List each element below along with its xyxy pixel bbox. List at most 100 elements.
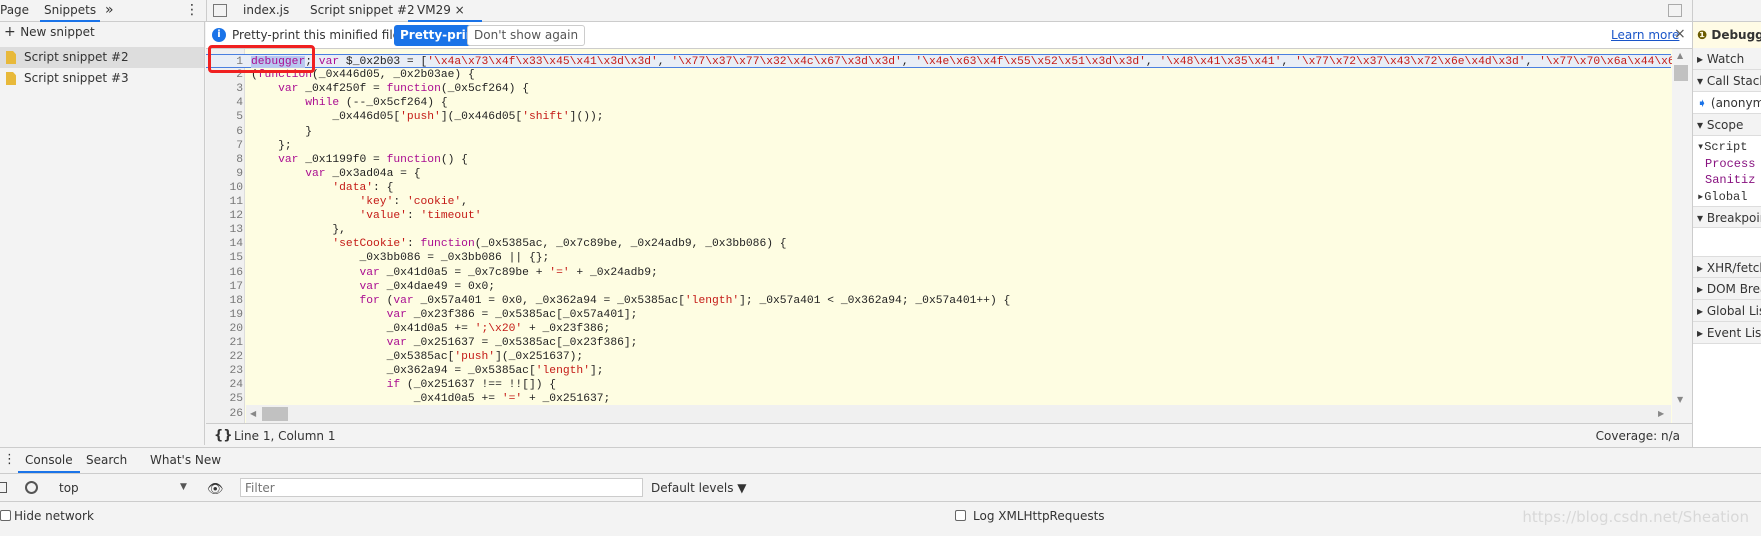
code-line[interactable]: 6 }: [206, 125, 1671, 139]
line-number[interactable]: 17: [206, 280, 243, 294]
line-number[interactable]: 16: [206, 266, 243, 280]
dont-show-again-button[interactable]: Don't show again: [467, 25, 586, 46]
toggle-navigator-icon[interactable]: [213, 4, 227, 17]
line-number[interactable]: 21: [206, 336, 243, 350]
learn-more-link[interactable]: Learn more: [1611, 28, 1679, 42]
line-number[interactable]: 22: [206, 350, 243, 364]
code-line[interactable]: 2 (function(_0x446d05, _0x2b03ae) {: [206, 68, 1671, 82]
section-global-listeners[interactable]: ▸ Global Listeners: [1693, 300, 1761, 322]
tab-snippets[interactable]: Snippets: [40, 0, 101, 22]
line-number[interactable]: 19: [206, 308, 243, 322]
section-label: XHR/fetch Breakpoints: [1706, 261, 1761, 275]
snippet-item[interactable]: Script snippet #3: [0, 68, 204, 89]
new-snippet-button[interactable]: + New snippet: [0, 22, 204, 43]
code-line[interactable]: 23 _0x362a94 = _0x5385ac['length'];: [206, 364, 1671, 378]
section-call-stack[interactable]: ▾ Call Stack: [1693, 70, 1761, 92]
code-line[interactable]: 20 _0x41d0a5 += ';\x20' + _0x23f386;: [206, 322, 1671, 336]
clear-console-icon[interactable]: [25, 481, 38, 494]
code-line[interactable]: 1 debugger; var $_0x2b03 = ['\x4a\x73\x4f…: [206, 54, 1692, 69]
toggle-debugger-icon[interactable]: [1668, 4, 1682, 17]
log-xhr-checkbox[interactable]: [955, 510, 966, 521]
section-watch[interactable]: ▸ Watch: [1693, 48, 1761, 70]
vertical-scrollbar[interactable]: ▲ ▼: [1672, 49, 1692, 423]
code-line[interactable]: 21 var _0x251637 = _0x5385ac[_0x23f386];: [206, 336, 1671, 350]
line-number[interactable]: 18: [206, 294, 243, 308]
line-number[interactable]: 9: [206, 167, 243, 181]
tab-index-js[interactable]: index.js: [243, 0, 289, 22]
code-line[interactable]: 18 for (var _0x57a401 = 0x0, _0x362a94 =…: [206, 294, 1671, 308]
tab-console[interactable]: Console: [18, 448, 80, 473]
code-line[interactable]: 5 _0x446d05['push'](_0x446d05['shift']()…: [206, 110, 1671, 124]
scroll-left-icon[interactable]: ◀: [250, 409, 256, 418]
scope-var[interactable]: Process: [1705, 157, 1755, 171]
line-number[interactable]: 8: [206, 153, 243, 167]
code-line[interactable]: 4 while (--_0x5cf264) {: [206, 96, 1671, 110]
line-number[interactable]: 26: [206, 407, 243, 421]
section-scope[interactable]: ▾ Scope: [1693, 114, 1761, 136]
line-number[interactable]: 11: [206, 195, 243, 209]
code-line[interactable]: 13 },: [206, 223, 1671, 237]
line-number[interactable]: 7: [206, 139, 243, 153]
scope-var[interactable]: Sanitiz: [1705, 173, 1755, 187]
scope-global[interactable]: ▸Global: [1697, 189, 1747, 204]
section-breakpoints[interactable]: ▾ Breakpoints: [1693, 206, 1761, 228]
code-line[interactable]: 17 var _0x4dae49 = 0x0;: [206, 280, 1671, 294]
scroll-up-icon[interactable]: ▲: [1677, 51, 1683, 60]
line-number[interactable]: 3: [206, 82, 243, 96]
code-line[interactable]: 10 'data': {: [206, 181, 1671, 195]
section-xhr-breakpoints[interactable]: ▸ XHR/fetch Breakpoints: [1693, 256, 1761, 278]
code-line[interactable]: 7 };: [206, 139, 1671, 153]
code-editor[interactable]: 1 debugger; var $_0x2b03 = ['\x4a\x73\x4f…: [206, 49, 1692, 423]
hide-network-checkbox[interactable]: [0, 510, 11, 521]
tab-page[interactable]: Page: [0, 0, 29, 22]
tab-script-snippet-2[interactable]: Script snippet #2: [310, 0, 415, 22]
code-line[interactable]: 11 'key': 'cookie',: [206, 195, 1671, 209]
more-tabs-icon[interactable]: »: [105, 0, 114, 22]
code-line[interactable]: 3 var _0x4f250f = function(_0x5cf264) {: [206, 82, 1671, 96]
code-line[interactable]: 19 var _0x23f386 = _0x5385ac[_0x57a401];: [206, 308, 1671, 322]
code-line[interactable]: 9 var _0x3ad04a = {: [206, 167, 1671, 181]
line-number[interactable]: 6: [206, 125, 243, 139]
tab-whats-new[interactable]: What's New: [150, 448, 221, 472]
code-line[interactable]: 14 'setCookie': function(_0x5385ac, _0x7…: [206, 237, 1671, 251]
format-icon[interactable]: {}: [214, 428, 233, 443]
line-number[interactable]: 5: [206, 110, 243, 124]
code-line[interactable]: 8 var _0x1199f0 = function() {: [206, 153, 1671, 167]
scope-script[interactable]: ▾Script: [1697, 139, 1747, 154]
tab-vm29[interactable]: VM29 ×: [408, 0, 482, 22]
line-number[interactable]: 14: [206, 237, 243, 251]
line-number[interactable]: 24: [206, 378, 243, 392]
drawer-menu-icon[interactable]: ⋮: [3, 452, 16, 467]
close-tab-icon[interactable]: ×: [455, 3, 465, 17]
scroll-down-icon[interactable]: ▼: [1677, 395, 1683, 404]
code-line[interactable]: 16 var _0x41d0a5 = _0x7c89be + '=' + _0x…: [206, 266, 1671, 280]
horizontal-scrollbar[interactable]: ◀ ▶: [246, 405, 1671, 423]
line-number[interactable]: 20: [206, 322, 243, 336]
console-filter-input[interactable]: [240, 478, 643, 497]
code-line[interactable]: 15 _0x3bb086 = _0x3bb086 || {};: [206, 251, 1671, 265]
line-number[interactable]: 15: [206, 251, 243, 265]
call-frame[interactable]: ➧ (anonymous): [1693, 92, 1761, 114]
line-number[interactable]: 10: [206, 181, 243, 195]
section-dom-breakpoints[interactable]: ▸ DOM Breakpoints: [1693, 278, 1761, 300]
hscrollbar-thumb[interactable]: [262, 407, 288, 421]
sidebar-toggle-icon[interactable]: [0, 482, 7, 493]
close-infobar-icon[interactable]: ×: [1674, 26, 1686, 42]
code-line[interactable]: 12 'value': 'timeout': [206, 209, 1671, 223]
snippet-item[interactable]: Script snippet #2: [0, 47, 204, 68]
line-number[interactable]: 4: [206, 96, 243, 110]
line-number[interactable]: 12: [206, 209, 243, 223]
code-line[interactable]: 22 _0x5385ac['push'](_0x251637);: [206, 350, 1671, 364]
scroll-right-icon[interactable]: ▶: [1658, 409, 1664, 418]
code-line[interactable]: 24 if (_0x251637 !== !![]) {: [206, 378, 1671, 392]
navigator-menu-icon[interactable]: ⋮: [185, 0, 199, 22]
scrollbar-thumb[interactable]: [1674, 65, 1688, 81]
log-levels-dropdown[interactable]: Default levels ▼: [651, 481, 747, 495]
line-number[interactable]: 23: [206, 364, 243, 378]
line-number[interactable]: 13: [206, 223, 243, 237]
eye-icon[interactable]: 👁: [207, 482, 224, 497]
tab-search[interactable]: Search: [86, 448, 127, 472]
context-selector[interactable]: top ▼: [50, 474, 190, 501]
section-event-listeners[interactable]: ▸ Event Listener Breakpoints: [1693, 322, 1761, 344]
line-number[interactable]: 25: [206, 392, 243, 406]
